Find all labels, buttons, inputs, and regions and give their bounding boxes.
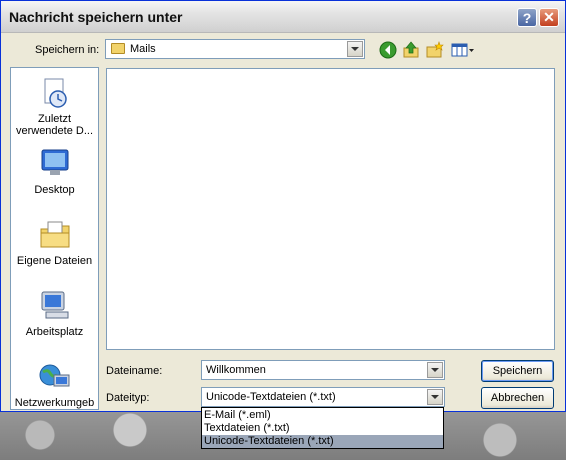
window-title: Nachricht speichern unter	[9, 9, 183, 25]
my-documents-icon	[40, 221, 69, 248]
new-folder-icon[interactable]	[426, 41, 444, 59]
filetype-option[interactable]: E-Mail (*.eml)	[202, 409, 443, 422]
save-dialog: Nachricht speichern unter ? ✕ Speichern …	[0, 0, 566, 412]
place-network[interactable]: Netzwerkumgeb	[11, 361, 98, 409]
cancel-button[interactable]: Abbrechen	[481, 387, 554, 409]
back-icon[interactable]	[379, 41, 397, 59]
filetype-option[interactable]: Textdateien (*.txt)	[202, 422, 443, 435]
filetype-value: Unicode-Textdateien (*.txt)	[206, 391, 336, 403]
place-recent[interactable]: Zuletzt verwendete D...	[11, 77, 98, 137]
place-label: Zuletzt verwendete D...	[15, 113, 94, 137]
place-label: Desktop	[34, 184, 75, 196]
view-menu-icon[interactable]	[451, 41, 475, 59]
my-computer-icon	[41, 291, 68, 319]
desktop-icon	[41, 149, 68, 175]
lookin-select[interactable]: Mails	[105, 39, 365, 59]
filename-input[interactable]: Willkommen	[201, 360, 445, 380]
lookin-label: Speichern in:	[35, 44, 100, 56]
recent-documents-icon	[44, 78, 67, 108]
chevron-down-icon[interactable]	[427, 389, 443, 405]
title-bar[interactable]: Nachricht speichern unter ? ✕	[1, 1, 565, 33]
chevron-down-icon[interactable]	[347, 41, 363, 57]
filetype-label: Dateityp:	[106, 392, 150, 404]
place-my-documents[interactable]: Eigene Dateien	[11, 219, 98, 267]
place-label: Eigene Dateien	[16, 255, 93, 267]
chevron-down-icon[interactable]	[427, 362, 443, 378]
lookin-value: Mails	[130, 43, 156, 55]
filetype-select[interactable]: Unicode-Textdateien (*.txt)	[201, 387, 445, 407]
place-my-computer[interactable]: Arbeitsplatz	[11, 290, 98, 338]
filename-label: Dateiname:	[106, 365, 163, 377]
filetype-option-selected[interactable]: Unicode-Textdateien (*.txt)	[202, 435, 443, 448]
close-button[interactable]: ✕	[539, 8, 559, 27]
place-desktop[interactable]: Desktop	[11, 148, 98, 196]
file-list[interactable]	[106, 68, 555, 350]
folder-icon	[111, 43, 125, 54]
filename-value: Willkommen	[206, 364, 266, 376]
up-folder-icon[interactable]	[402, 41, 420, 59]
place-label: Netzwerkumgeb	[14, 397, 95, 409]
save-button[interactable]: Speichern	[481, 360, 554, 382]
network-places-icon	[39, 364, 69, 387]
place-label: Arbeitsplatz	[25, 326, 84, 338]
help-button[interactable]: ?	[517, 8, 537, 27]
filetype-dropdown-list: E-Mail (*.eml) Textdateien (*.txt) Unico…	[201, 407, 444, 449]
places-bar: Zuletzt verwendete D... Desktop Eigene D…	[10, 67, 99, 410]
